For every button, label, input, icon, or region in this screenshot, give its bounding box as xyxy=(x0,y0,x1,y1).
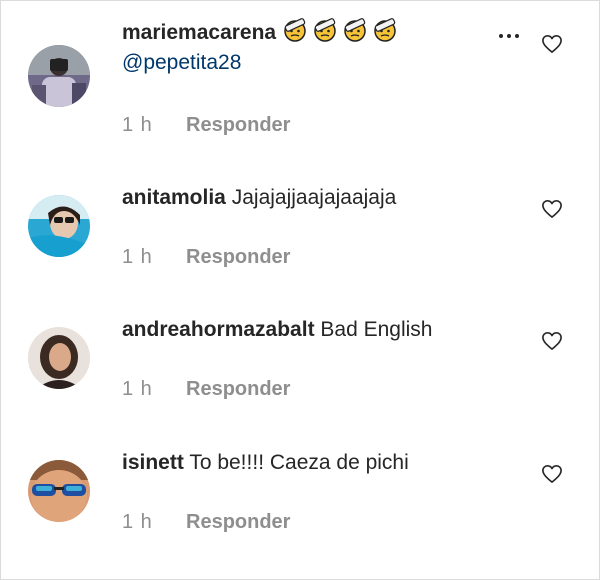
face-with-head-bandage-icon xyxy=(344,18,366,42)
comment-text: Bad English xyxy=(320,318,433,341)
face-with-head-bandage-icon xyxy=(314,18,336,42)
heart-outline-icon[interactable] xyxy=(541,34,563,54)
emoji-group xyxy=(282,17,398,43)
comment-username[interactable]: isinett xyxy=(122,451,184,474)
comment-body: anitamolia Jajajajjaajajaajaja xyxy=(122,183,519,213)
comment-body: mariemacarena @pepetita28 xyxy=(122,17,519,78)
face-with-head-bandage-icon xyxy=(284,18,306,42)
comment-timestamp: 1 h xyxy=(122,511,153,533)
heart-outline-icon[interactable] xyxy=(541,199,563,219)
more-options-icon[interactable] xyxy=(497,31,521,41)
comment-username[interactable]: andreahormazabalt xyxy=(122,318,315,341)
heart-outline-icon[interactable] xyxy=(541,464,563,484)
reply-button[interactable]: Responder xyxy=(186,511,290,533)
comment-timestamp: 1 h xyxy=(122,246,153,268)
face-with-head-bandage-icon xyxy=(374,18,396,42)
comment-text: Jajajajjaajajaajaja xyxy=(231,186,397,209)
comment-text: To be!!!! Caeza de pichi xyxy=(189,451,409,474)
comment-username[interactable]: anitamolia xyxy=(122,186,226,209)
comment-meta: 1 h Responder xyxy=(122,378,290,401)
avatar[interactable] xyxy=(28,460,90,522)
reply-button[interactable]: Responder xyxy=(186,378,290,400)
heart-outline-icon[interactable] xyxy=(541,331,563,351)
comment-timestamp: 1 h xyxy=(122,114,153,136)
comment-meta: 1 h Responder xyxy=(122,114,290,137)
comment-mention-link[interactable]: @pepetita28 xyxy=(122,48,519,78)
reply-button[interactable]: Responder xyxy=(186,246,290,268)
comment-body: andreahormazabalt Bad English xyxy=(122,315,519,345)
comment-username[interactable]: mariemacarena xyxy=(122,21,276,44)
comment-meta: 1 h Responder xyxy=(122,511,290,534)
comments-panel: mariemacarena @pepetita28 1 h Responder xyxy=(0,0,600,580)
reply-button[interactable]: Responder xyxy=(186,114,290,136)
comment-timestamp: 1 h xyxy=(122,378,153,400)
comment-body: isinett To be!!!! Caeza de pichi xyxy=(122,448,519,478)
avatar[interactable] xyxy=(28,195,90,257)
comment-meta: 1 h Responder xyxy=(122,246,290,269)
avatar[interactable] xyxy=(28,45,90,107)
avatar[interactable] xyxy=(28,327,90,389)
